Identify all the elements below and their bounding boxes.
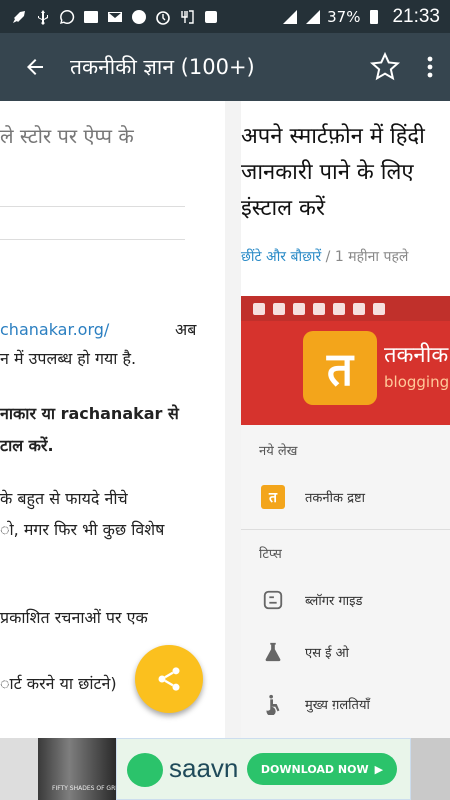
download-now-button[interactable]: DOWNLOAD NOW ▶ bbox=[247, 753, 397, 785]
tkniki-logo-icon: त bbox=[303, 331, 377, 405]
meta-separator: / bbox=[321, 249, 335, 265]
list-item-label: ब्लॉगर गाइड bbox=[305, 594, 363, 609]
download-now-label: DOWNLOAD NOW bbox=[260, 762, 369, 776]
article-link[interactable]: chanakar.org/ bbox=[0, 320, 109, 339]
article-line: न में उपलब्ध हो गया है. bbox=[0, 349, 137, 368]
app-bar: तकनीकी ज्ञान (100+) bbox=[0, 33, 450, 101]
ad-poster-text: FIFTY SHADES OF GREY bbox=[52, 785, 123, 792]
saavn-ad[interactable]: saavn DOWNLOAD NOW ▶ bbox=[116, 738, 411, 800]
time-ago: 1 महीना पहले bbox=[334, 249, 409, 265]
divider bbox=[0, 239, 185, 240]
section-label: नये लेख bbox=[259, 444, 298, 459]
usb-icon bbox=[34, 8, 52, 26]
settings-icon bbox=[130, 8, 148, 26]
article-line: के बहुत से फायदे नीचे bbox=[0, 489, 128, 508]
favorite-button[interactable] bbox=[360, 33, 410, 101]
article-title: ले स्टोर पर ऐप्प के bbox=[0, 124, 134, 148]
clock: 21:33 bbox=[392, 5, 440, 27]
list-item-label: मुख्य ग़लतियाँ bbox=[305, 698, 370, 713]
article-line: प्रकाशित रचनाओं पर एक bbox=[0, 608, 148, 627]
status-bar: 37% 21:33 bbox=[0, 0, 450, 33]
ad-brand: saavn bbox=[169, 753, 239, 783]
signal-icon bbox=[304, 8, 322, 26]
previous-article-page[interactable]: ले स्टोर पर ऐप्प के chanakar.org/ अब न म… bbox=[0, 101, 225, 738]
article-pager[interactable]: ले स्टोर पर ऐप्प के chanakar.org/ अब न म… bbox=[0, 101, 450, 738]
article-title-line: अपने स्मार्टफ़ोन में हिंदी bbox=[241, 124, 425, 149]
list-item-label: तकनीक द्रष्टा bbox=[305, 491, 365, 506]
list-item: त तकनीक द्रष्टा bbox=[241, 471, 450, 523]
divider bbox=[0, 206, 185, 207]
flask-icon bbox=[241, 641, 305, 663]
ad-poster-image[interactable]: FIFTY SHADES OF GREY bbox=[38, 738, 123, 800]
list-item: ब्लॉगर गाइड bbox=[241, 574, 450, 626]
list-item: एस ई ओ bbox=[241, 626, 450, 678]
android-icon bbox=[202, 8, 220, 26]
article-line: ो, मगर फिर भी कुछ विशेष bbox=[0, 520, 165, 539]
logo-text: तकनीक bbox=[384, 343, 449, 368]
section-label: टिप्स bbox=[259, 547, 282, 562]
article-line[interactable]: chanakar.org/ अब bbox=[0, 315, 205, 345]
page-title: तकनीकी ज्ञान (100+) bbox=[70, 55, 255, 79]
ad-banner[interactable]: FIFTY SHADES OF GREY saavn DOWNLOAD NOW … bbox=[0, 738, 450, 800]
back-button[interactable] bbox=[0, 33, 70, 101]
battery-percent: 37% bbox=[327, 7, 361, 26]
4g-icon bbox=[178, 8, 196, 26]
article-meta: छींटे और बौछारें / 1 महीना पहले bbox=[241, 247, 408, 266]
list-item-label: एस ई ओ bbox=[305, 646, 349, 661]
image-header: त तकनीक blogging bbox=[241, 321, 450, 425]
page-gutter bbox=[225, 101, 241, 738]
whatsapp-icon bbox=[58, 8, 76, 26]
tkniki-logo-icon: त bbox=[261, 485, 285, 509]
wifi-icon bbox=[82, 8, 100, 26]
current-article-page[interactable]: अपने स्मार्टफ़ोन में हिंदी जानकारी पाने … bbox=[241, 101, 450, 738]
share-icon bbox=[158, 667, 180, 691]
article-text: अब bbox=[175, 320, 197, 339]
image-status-bar bbox=[241, 296, 450, 321]
overflow-menu-button[interactable] bbox=[410, 33, 450, 101]
accessibility-icon bbox=[241, 693, 305, 715]
battery-icon bbox=[365, 8, 383, 26]
saavn-logo-icon bbox=[127, 753, 163, 787]
alarm-icon bbox=[154, 8, 172, 26]
logo-subtext: blogging bbox=[384, 373, 450, 391]
article-title-line: जानकारी पाने के लिए bbox=[241, 160, 414, 185]
category-link[interactable]: छींटे और बौछारें bbox=[241, 249, 321, 265]
more-vert-icon bbox=[427, 56, 433, 78]
apple-android-icon: ▶ bbox=[374, 762, 384, 776]
blogger-icon bbox=[241, 589, 305, 611]
signal-icon bbox=[281, 8, 299, 26]
star-outline-icon bbox=[369, 51, 401, 81]
article-line: नाकार या rachanakar से bbox=[0, 404, 179, 423]
article-title-line: इंस्टाल करें bbox=[241, 196, 325, 221]
share-button[interactable] bbox=[135, 645, 203, 713]
arrow-left-icon bbox=[27, 59, 43, 75]
ad-side-image[interactable] bbox=[411, 738, 450, 800]
list-item: मुख्य ग़लतियाँ bbox=[241, 678, 450, 730]
gmail-icon bbox=[106, 8, 124, 26]
article-image[interactable]: त तकनीक blogging नये लेख त तकनीक द्रष्टा… bbox=[241, 296, 450, 738]
rocket-icon bbox=[10, 8, 28, 26]
article-line: टाल करें. bbox=[0, 436, 54, 455]
article-title: अपने स्मार्टफ़ोन में हिंदी जानकारी पाने … bbox=[241, 119, 450, 227]
